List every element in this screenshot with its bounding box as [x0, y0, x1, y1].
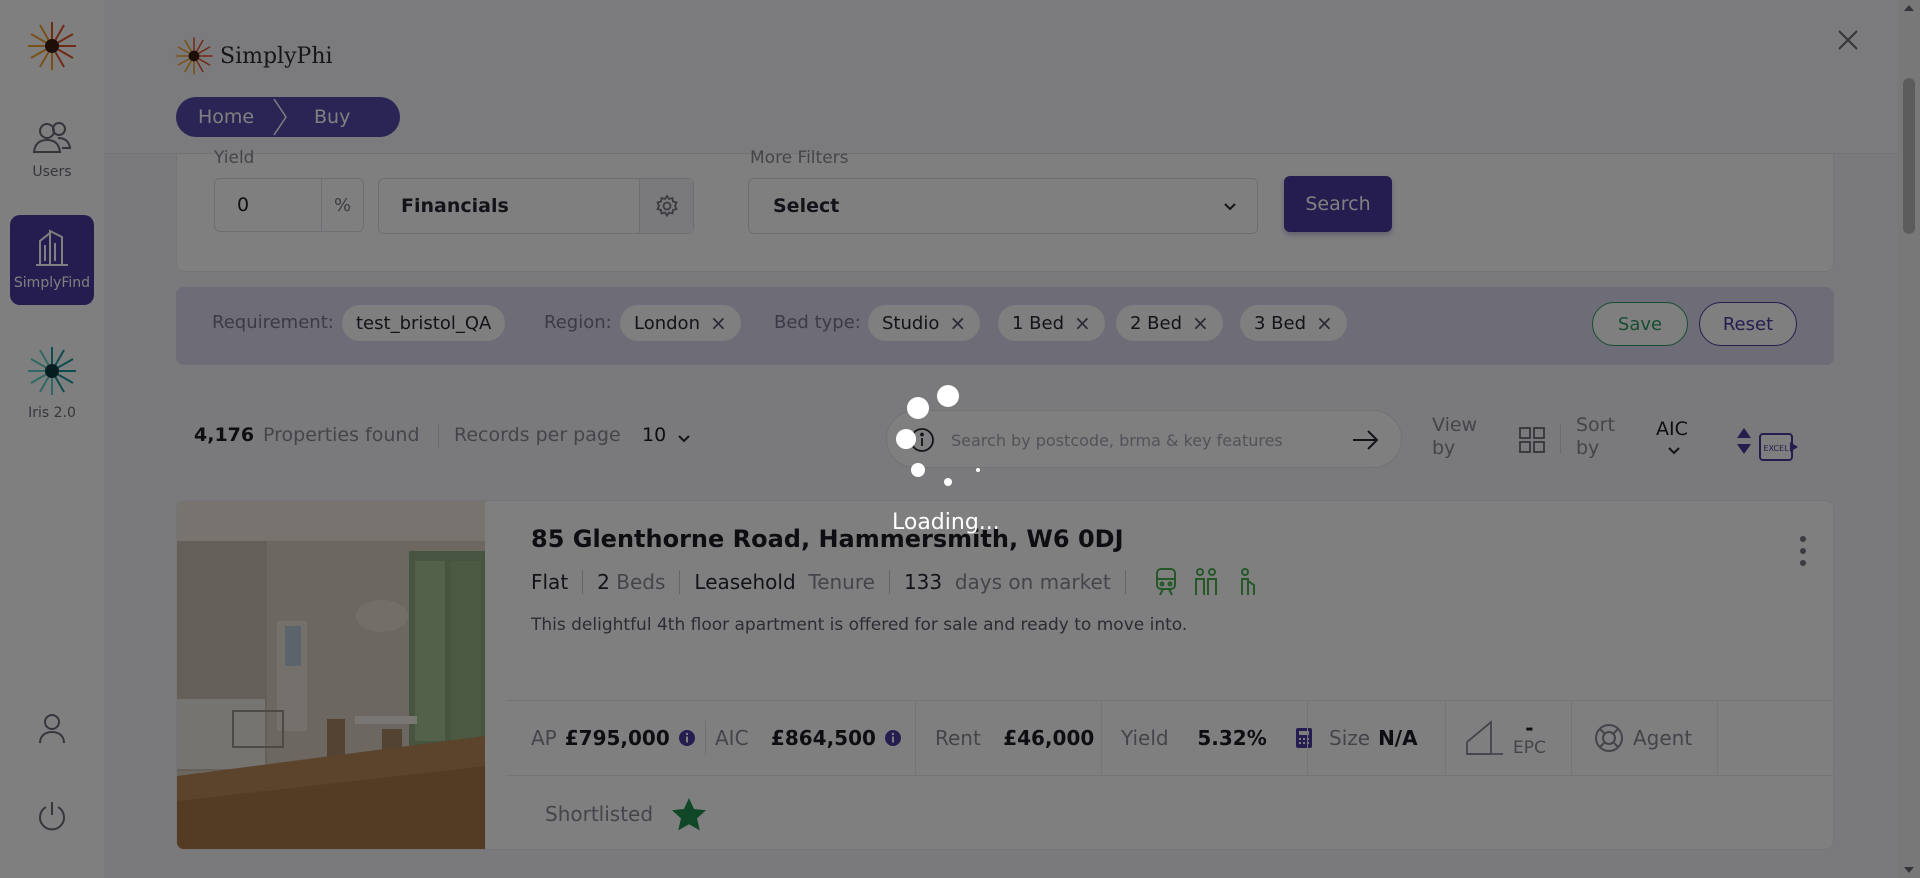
loading-spinner-icon	[896, 385, 980, 486]
loading-text: Loading...	[892, 510, 1000, 535]
loading-overlay: Loading...	[0, 0, 1920, 878]
